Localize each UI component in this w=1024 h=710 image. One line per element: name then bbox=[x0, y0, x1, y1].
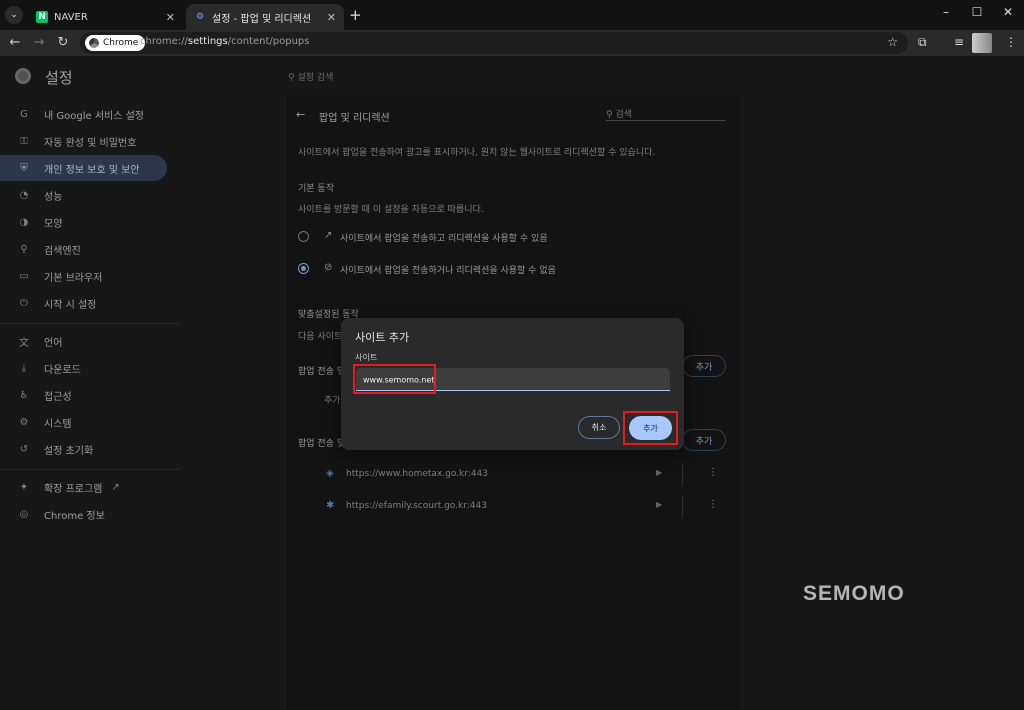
menu-kebab-icon[interactable]: ⋮ bbox=[1005, 35, 1017, 49]
close-icon[interactable]: ✕ bbox=[327, 11, 336, 24]
profile-avatar[interactable] bbox=[972, 33, 992, 53]
tab-strip: ⌄ N NAVER ✕ ⚙ 설정 - 팝업 및 리디렉션 ✕ + – ☐ ✕ bbox=[0, 0, 1024, 30]
tab-label: NAVER bbox=[54, 11, 88, 23]
close-icon[interactable]: ✕ bbox=[166, 11, 175, 24]
reading-list-icon[interactable]: ≡ bbox=[954, 35, 964, 49]
cancel-button[interactable]: 취소 bbox=[578, 416, 620, 439]
site-field-label: 사이트 bbox=[355, 353, 378, 362]
watermark: SEMOMO bbox=[803, 582, 905, 605]
close-window-button[interactable]: ✕ bbox=[993, 5, 1023, 19]
url-host: settings bbox=[187, 36, 228, 47]
reload-icon[interactable]: ↻ bbox=[55, 35, 71, 50]
naver-favicon-icon: N bbox=[36, 11, 48, 23]
add-site-dialog: 사이트 추가 사이트 www.semomo.net 취소 추가 bbox=[341, 318, 684, 450]
dialog-title: 사이트 추가 bbox=[355, 331, 410, 344]
tab-label: 설정 - 팝업 및 리디렉션 bbox=[212, 13, 312, 25]
maximize-button[interactable]: ☐ bbox=[962, 5, 992, 19]
tab-naver[interactable]: N NAVER ✕ bbox=[28, 4, 183, 30]
url-scheme: chrome:// bbox=[140, 36, 188, 47]
tab-search-chevron-icon[interactable]: ⌄ bbox=[5, 6, 23, 24]
back-arrow-icon[interactable]: ← bbox=[7, 35, 23, 50]
url-text[interactable]: chrome://settings/content/popups bbox=[140, 36, 309, 47]
address-bar[interactable]: Chrome chrome://settings/content/popups … bbox=[80, 32, 908, 54]
browser-toolbar: ← → ↻ Chrome chrome://settings/content/p… bbox=[0, 30, 1024, 56]
chrome-logo-icon bbox=[89, 38, 99, 48]
url-path: /content/popups bbox=[227, 36, 310, 47]
new-tab-button[interactable]: + bbox=[349, 6, 362, 24]
bookmark-star-icon[interactable]: ☆ bbox=[887, 35, 898, 49]
chip-label: Chrome bbox=[103, 38, 139, 48]
extensions-puzzle-icon[interactable]: ⧉ bbox=[918, 35, 927, 50]
tab-settings[interactable]: ⚙ 설정 - 팝업 및 리디렉션 ✕ bbox=[186, 4, 344, 30]
add-button-highlight-box bbox=[623, 411, 678, 445]
chrome-chip[interactable]: Chrome bbox=[85, 35, 146, 51]
minimize-button[interactable]: – bbox=[931, 5, 961, 19]
gear-icon: ⚙ bbox=[195, 12, 205, 22]
input-highlight-box bbox=[353, 364, 436, 394]
forward-arrow-icon[interactable]: → bbox=[31, 35, 47, 50]
